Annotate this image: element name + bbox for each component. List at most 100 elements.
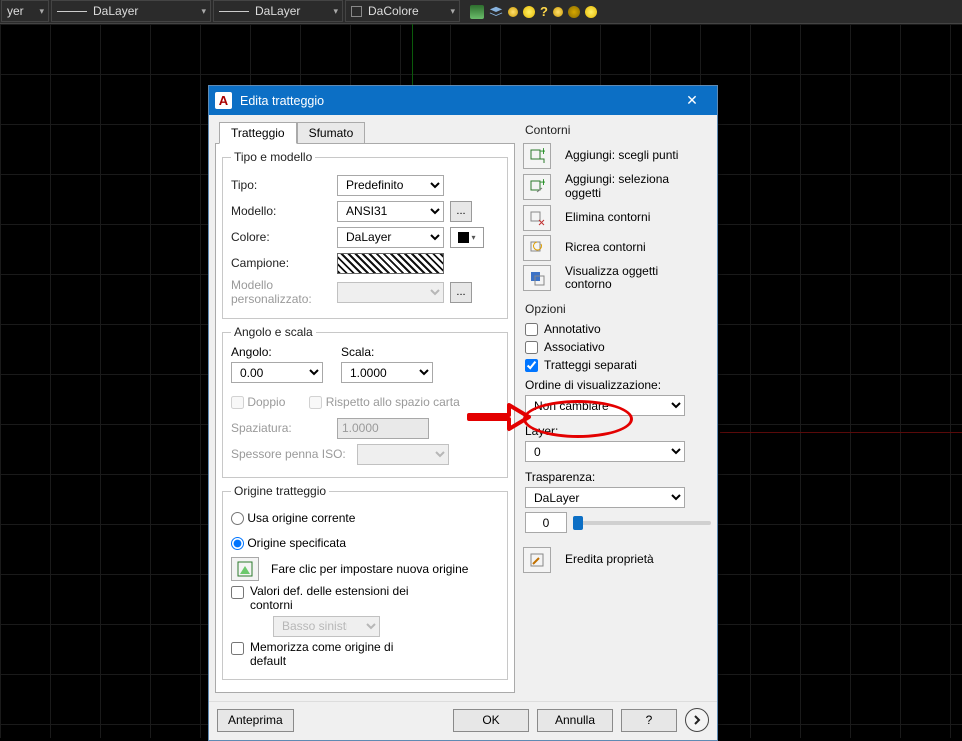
tab-tratteggio[interactable]: Tratteggio xyxy=(219,122,297,144)
dialog-footer: Anteprima OK Annulla ? xyxy=(209,701,717,740)
svg-text:+: + xyxy=(540,148,545,158)
dialog-titlebar[interactable]: A Edita tratteggio ✕ xyxy=(209,86,717,115)
recreate-boundary-button[interactable] xyxy=(523,235,551,261)
label-angolo: Angolo: xyxy=(231,345,323,359)
label-scala: Scala: xyxy=(341,345,433,359)
slider-thumb[interactable] xyxy=(573,516,583,530)
radio-specificata[interactable]: Origine specificata xyxy=(231,536,346,550)
bulb-icon[interactable] xyxy=(553,7,563,17)
pattern-preview[interactable] xyxy=(337,253,444,274)
legend: Origine tratteggio xyxy=(231,484,329,498)
slider-trasparenza[interactable] xyxy=(573,521,711,525)
tab-strip: Tratteggio Sfumato xyxy=(219,121,515,143)
combo-text: DaLayer xyxy=(93,4,138,18)
combo-text: DaLayer xyxy=(255,4,300,18)
color-swatch-picker[interactable]: ▾ xyxy=(450,227,484,248)
select-scala[interactable]: 1.0000 xyxy=(341,362,433,383)
toolbar-combo-0[interactable]: yer ▾ xyxy=(1,0,49,22)
anteprima-button[interactable]: Anteprima xyxy=(217,709,294,732)
annulla-button[interactable]: Annulla xyxy=(537,709,613,732)
label-elimina: Elimina contorni xyxy=(565,211,650,225)
toolbar-icons: ? xyxy=(465,0,602,23)
app-logo-icon: A xyxy=(215,92,232,109)
toolbar-combo-2[interactable]: DaLayer ▾ xyxy=(213,0,343,22)
ok-button[interactable]: OK xyxy=(453,709,529,732)
select-basso-sinistra: Basso sinistra xyxy=(273,616,380,637)
checkbox-associativo[interactable] xyxy=(525,341,538,354)
checkbox-separati[interactable] xyxy=(525,359,538,372)
chevron-down-icon: ▾ xyxy=(450,6,455,17)
line-style-icon xyxy=(57,11,87,12)
checkbox-annotativo[interactable] xyxy=(525,323,538,336)
help-icon[interactable]: ? xyxy=(540,4,548,19)
label-modello: Modello: xyxy=(231,204,331,218)
stack-icon[interactable] xyxy=(489,5,503,19)
select-colore[interactable]: DaLayer xyxy=(337,227,444,248)
color-swatch-icon xyxy=(351,6,362,17)
label-add-objects: Aggiungi: seleziona oggetti xyxy=(565,173,675,201)
view-boundary-button[interactable] xyxy=(523,265,551,291)
label-layer: Layer: xyxy=(525,424,711,438)
label-visualizza: Visualizza oggetti contorno xyxy=(565,265,675,293)
checkbox-rispetto[interactable]: Rispetto allo spazio carta xyxy=(309,395,459,409)
label-add-points: Aggiungi: scegli punti xyxy=(565,149,678,163)
select-ordine[interactable]: Non cambiare xyxy=(525,395,685,416)
select-angolo[interactable]: 0.00 xyxy=(231,362,323,383)
checkbox-valori-def[interactable] xyxy=(231,586,244,599)
browse-custom-button[interactable]: ... xyxy=(450,282,472,303)
add-points-button[interactable]: + xyxy=(523,143,551,169)
layers-icon[interactable] xyxy=(470,5,484,19)
legend: Tipo e modello xyxy=(231,150,315,164)
sun-icon[interactable] xyxy=(523,6,535,18)
checkbox-memorizza[interactable] xyxy=(231,642,244,655)
heading-contorni: Contorni xyxy=(525,123,711,137)
label-annotativo: Annotativo xyxy=(544,322,601,336)
group-origine: Origine tratteggio Usa origine corrente … xyxy=(222,484,508,680)
select-layer[interactable]: 0 xyxy=(525,441,685,462)
chevron-down-icon: ▾ xyxy=(333,6,338,17)
select-trasparenza[interactable]: DaLayer xyxy=(525,487,685,508)
combo-text: DaColore xyxy=(368,4,419,18)
tab-sfumato[interactable]: Sfumato xyxy=(297,122,366,144)
radio-usa-corrente[interactable]: Usa origine corrente xyxy=(231,511,355,525)
sun-dim-icon[interactable] xyxy=(568,6,580,18)
label-colore: Colore: xyxy=(231,230,331,244)
select-iso xyxy=(357,444,449,465)
group-angolo-scala: Angolo e scala Angolo: 0.00 Scala: 1.000… xyxy=(222,325,508,478)
label-tipo: Tipo: xyxy=(231,178,331,192)
label-associativo: Associativo xyxy=(544,340,605,354)
delete-boundary-button[interactable] xyxy=(523,205,551,231)
expand-button[interactable] xyxy=(685,708,709,732)
pick-origin-button[interactable] xyxy=(231,557,259,581)
chevron-right-icon xyxy=(691,714,703,726)
select-tipo[interactable]: Predefinito xyxy=(337,175,444,196)
group-opzioni: Opzioni Annotativo Associativo Tratteggi… xyxy=(523,302,711,533)
bulb-icon[interactable] xyxy=(508,7,518,17)
label-eredita: Eredita proprietà xyxy=(565,553,654,567)
label-fare-clic: Fare clic per impostare nuova origine xyxy=(271,562,468,576)
chevron-down-icon: ▾ xyxy=(201,6,206,17)
label-separati: Tratteggi separati xyxy=(544,358,637,372)
select-modello[interactable]: ANSI31 xyxy=(337,201,444,222)
checkbox-doppio[interactable]: Doppio xyxy=(231,395,285,409)
group-contorni: Contorni + Aggiungi: scegli punti + Aggi… xyxy=(523,123,711,292)
chevron-down-icon: ▾ xyxy=(39,6,44,17)
dialog-title: Edita tratteggio xyxy=(240,94,671,108)
label-iso: Spessore penna ISO: xyxy=(231,447,351,461)
label-valori-def: Valori def. delle estensioni dei contorn… xyxy=(250,584,420,612)
browse-modello-button[interactable]: ... xyxy=(450,201,472,222)
sun-bright-icon[interactable] xyxy=(585,6,597,18)
svg-text:+: + xyxy=(540,179,545,189)
input-trasparenza-num[interactable] xyxy=(525,512,567,533)
toolbar-combo-3[interactable]: DaColore ▾ xyxy=(345,0,460,22)
help-button[interactable]: ? xyxy=(621,709,677,732)
group-tipo-modello: Tipo e modello Tipo: Predefinito Modello… xyxy=(222,150,508,319)
inherit-properties-button[interactable] xyxy=(523,547,551,573)
label-campione: Campione: xyxy=(231,256,331,270)
label-spaziatura: Spaziatura: xyxy=(231,421,331,435)
hatch-edit-dialog: A Edita tratteggio ✕ Tratteggio Sfumato … xyxy=(208,85,718,741)
add-objects-button[interactable]: + xyxy=(523,174,551,200)
close-button[interactable]: ✕ xyxy=(671,86,713,115)
axis-y xyxy=(412,24,413,94)
toolbar-combo-1[interactable]: DaLayer ▾ xyxy=(51,0,211,22)
